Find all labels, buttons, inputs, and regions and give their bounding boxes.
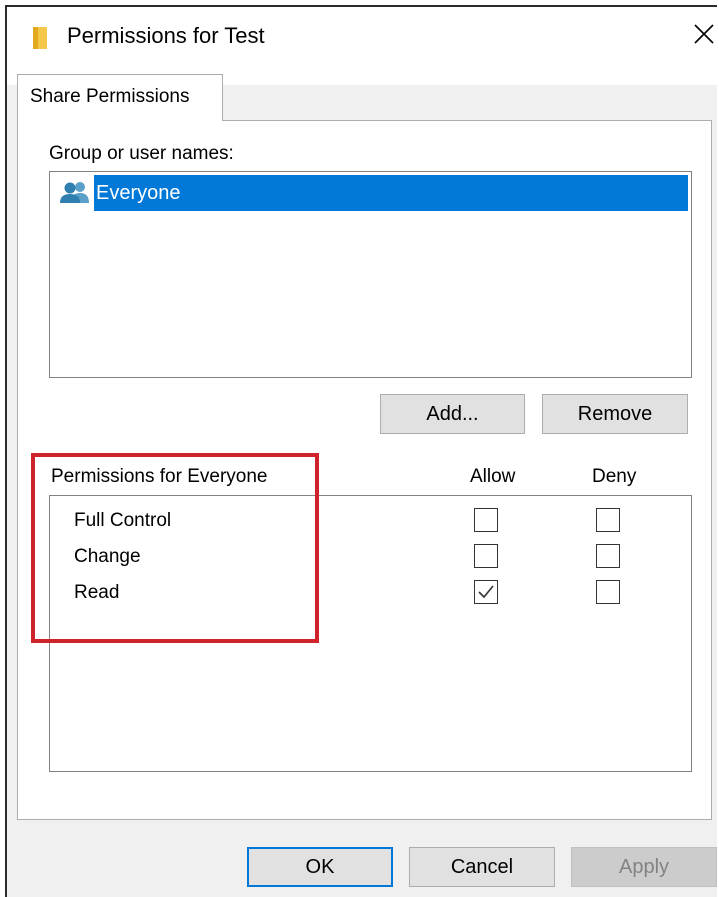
full-control-allow-checkbox[interactable]: [474, 508, 498, 532]
users-icon: [60, 182, 89, 203]
add-button[interactable]: Add...: [380, 394, 525, 434]
read-deny-checkbox[interactable]: [596, 580, 620, 604]
permission-label-full-control: Full Control: [74, 510, 172, 531]
change-allow-checkbox[interactable]: [474, 544, 498, 568]
full-control-deny-checkbox[interactable]: [596, 508, 620, 532]
read-allow-checkbox[interactable]: [474, 580, 498, 604]
deny-column-header: Deny: [592, 466, 637, 487]
allow-column-header: Allow: [470, 466, 516, 487]
permission-label-read: Read: [74, 582, 120, 603]
tab-share-permissions[interactable]: Share Permissions: [17, 74, 223, 121]
tab-label: Share Permissions: [30, 86, 190, 107]
permission-label-change: Change: [74, 546, 141, 567]
permissions-list: [49, 495, 692, 772]
remove-button[interactable]: Remove: [542, 394, 688, 434]
permissions-header: Permissions for Everyone: [51, 466, 268, 487]
user-name: Everyone: [94, 175, 688, 211]
window-title: Permissions for Test: [67, 23, 265, 48]
close-icon[interactable]: [691, 21, 717, 47]
ok-button[interactable]: OK: [247, 847, 393, 887]
apply-button[interactable]: Apply: [571, 847, 717, 887]
title-bar: Permissions for Test: [7, 7, 717, 67]
change-deny-checkbox[interactable]: [596, 544, 620, 568]
user-list[interactable]: Everyone: [49, 171, 692, 378]
cancel-button[interactable]: Cancel: [409, 847, 555, 887]
list-item[interactable]: Everyone: [56, 175, 688, 211]
check-icon: [478, 585, 494, 599]
group-label: Group or user names:: [49, 143, 234, 164]
folder-icon: [33, 27, 47, 49]
